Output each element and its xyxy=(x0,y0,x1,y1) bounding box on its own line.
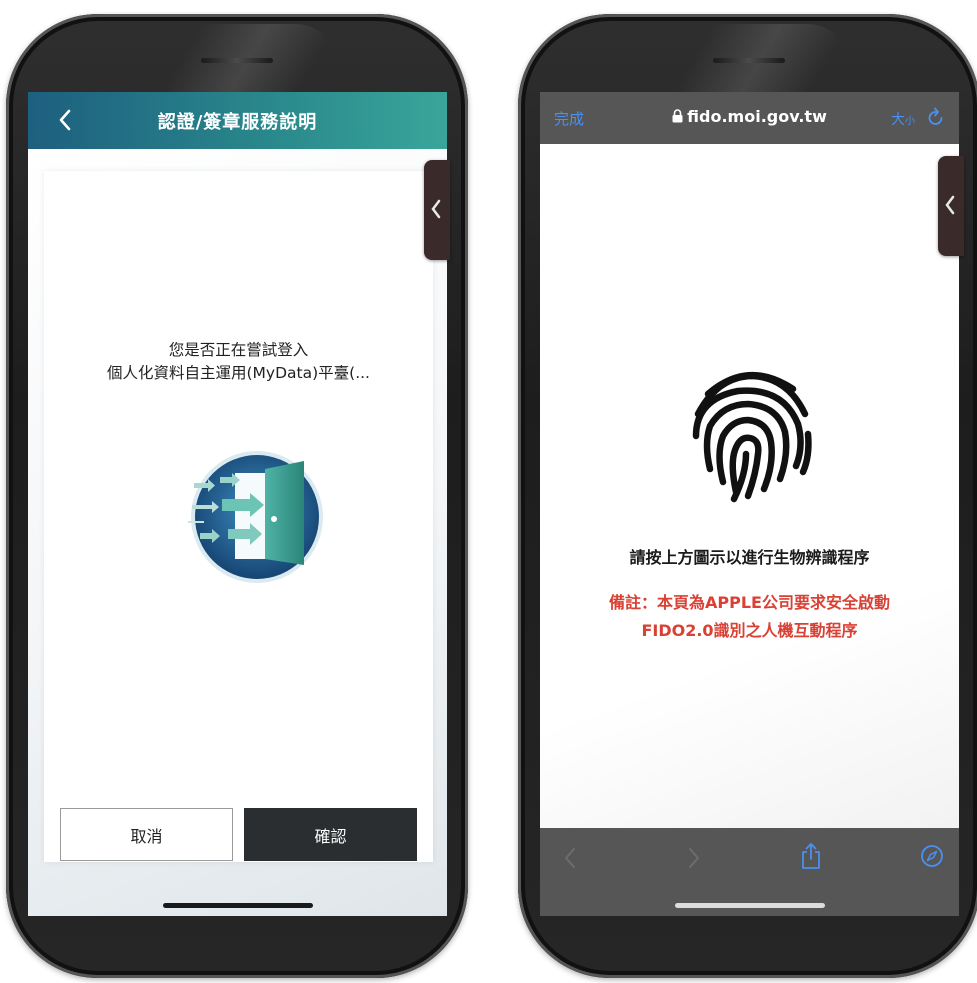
forward-icon[interactable] xyxy=(686,846,702,874)
door-login-illustration xyxy=(142,441,332,591)
prompt-line-1: 您是否正在嘗試登入 xyxy=(168,341,309,359)
app-body: 您是否正在嘗試登入 個人化資料自主運用(MyData)平臺(... 取消 確認 xyxy=(28,149,447,916)
home-indicator[interactable] xyxy=(674,903,825,908)
biometric-instruction: 請按上方圖示以進行生物辨識程序 xyxy=(629,548,870,567)
side-drawer-tab[interactable] xyxy=(938,156,964,256)
fingerprint-icon[interactable] xyxy=(668,354,828,508)
back-icon[interactable] xyxy=(562,846,578,874)
chevron-left-icon xyxy=(945,195,955,215)
safari-top-bar: 完成 fido.moi.gov.tw 大小 xyxy=(540,92,959,144)
safari-screen: 完成 fido.moi.gov.tw 大小 請按上方圖示以進行生物辨識程序 備註… xyxy=(540,92,959,916)
lock-icon xyxy=(672,108,683,127)
phone-frame-right: 完成 fido.moi.gov.tw 大小 請按上方圖示以進行生物辨識程序 備註… xyxy=(518,14,977,978)
app-header: 認證/簽章服務說明 xyxy=(28,92,447,149)
web-content: 請按上方圖示以進行生物辨識程序 備註：本頁為APPLE公司要求安全啟動 FIDO… xyxy=(540,144,959,828)
reload-icon[interactable] xyxy=(927,107,945,131)
text-size-big: 大 xyxy=(891,112,905,128)
login-prompt: 您是否正在嘗試登入 個人化資料自主運用(MyData)平臺(... xyxy=(44,339,433,385)
phone-speaker xyxy=(713,58,785,63)
home-indicator[interactable] xyxy=(162,903,313,908)
url-text: fido.moi.gov.tw xyxy=(687,107,827,126)
app-screen: 認證/簽章服務說明 您是否正在嘗試登入 個人化資料自主運用(MyData)平臺(… xyxy=(28,92,447,916)
text-size-small: 小 xyxy=(905,116,915,127)
safari-bottom-toolbar xyxy=(540,828,959,916)
share-icon[interactable] xyxy=(800,842,822,874)
chevron-left-icon xyxy=(431,199,441,219)
note-text: 備註：本頁為APPLE公司要求安全啟動 FIDO2.0識別之人機互動程序 xyxy=(540,589,959,645)
compass-icon[interactable] xyxy=(920,844,944,872)
phone-frame-left: 認證/簽章服務說明 您是否正在嘗試登入 個人化資料自主運用(MyData)平臺(… xyxy=(6,14,468,978)
phone-speaker xyxy=(201,58,273,63)
page-title: 認證/簽章服務說明 xyxy=(157,112,318,133)
prompt-line-2: 個人化資料自主運用(MyData)平臺(... xyxy=(107,364,370,382)
note-line-1: 備註：本頁為APPLE公司要求安全啟動 xyxy=(609,593,890,612)
text-size-button[interactable]: 大小 xyxy=(891,109,915,129)
confirm-button[interactable]: 確認 xyxy=(244,808,417,861)
note-line-2: FIDO2.0識別之人機互動程序 xyxy=(641,621,858,640)
cancel-button[interactable]: 取消 xyxy=(60,808,233,861)
dialog-card: 您是否正在嘗試登入 個人化資料自主運用(MyData)平臺(... 取消 確認 xyxy=(44,171,433,862)
side-drawer-tab[interactable] xyxy=(424,160,450,260)
